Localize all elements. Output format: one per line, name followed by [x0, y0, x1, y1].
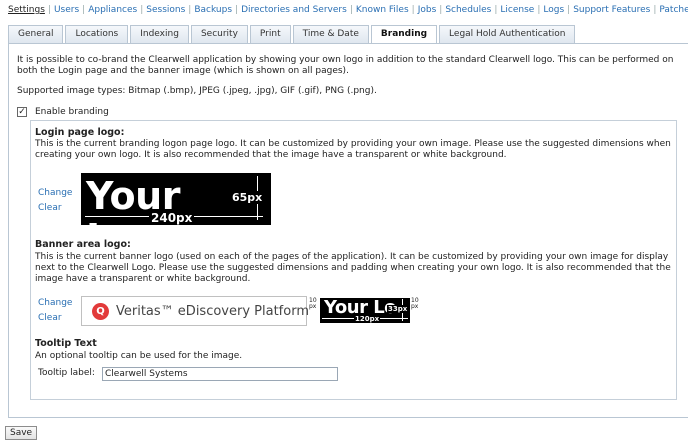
- veritas-logo-icon: Q: [92, 303, 109, 320]
- save-button[interactable]: Save: [5, 426, 38, 440]
- banner-logo-change-link[interactable]: Change: [38, 298, 72, 308]
- veritas-logo-text: Veritas™ eDiscovery Platform: [116, 304, 309, 319]
- enable-branding-row: ✓ Enable branding: [17, 107, 109, 117]
- tooltip-label: Tooltip label:: [38, 368, 95, 378]
- banner-logo-height-label: 33px: [387, 305, 409, 313]
- nav-directories-and-servers[interactable]: Directories and Servers: [241, 5, 347, 15]
- tab-general[interactable]: General: [8, 25, 64, 43]
- login-logo-height-label: 65px: [231, 191, 264, 204]
- supported-types-text: Supported image types: Bitmap (.bmp), JP…: [17, 86, 377, 96]
- tab-legal-hold-authentication[interactable]: Legal Hold Authentication: [439, 25, 576, 43]
- banner-pad-left-label: 10 px: [309, 297, 317, 310]
- nav-license[interactable]: License: [500, 5, 534, 15]
- nav-separator: |: [411, 5, 415, 15]
- nav-separator: |: [47, 5, 51, 15]
- tooltip-label-input[interactable]: Clearwell Systems: [102, 367, 338, 381]
- nav-separator: |: [567, 5, 571, 15]
- nav-sessions[interactable]: Sessions: [146, 5, 185, 15]
- banner-logo-width-label: 120px: [354, 315, 381, 323]
- tooltip-heading: Tooltip Text: [35, 338, 97, 349]
- tab-print[interactable]: Print: [249, 25, 291, 43]
- banner-logo-clear-link[interactable]: Clear: [38, 313, 62, 323]
- banner-pad-right-label: 10 px: [411, 297, 419, 310]
- login-logo-width-label: 240px: [149, 211, 195, 225]
- tab-indexing[interactable]: Indexing: [130, 25, 189, 43]
- veritas-banner-logo: Q Veritas™ eDiscovery Platform: [81, 296, 309, 326]
- nav-known-files[interactable]: Known Files: [356, 5, 409, 15]
- login-logo-heading: Login page logo:: [35, 127, 125, 138]
- nav-separator: |: [349, 5, 353, 15]
- nav-backups[interactable]: Backups: [194, 5, 232, 15]
- nav-logs[interactable]: Logs: [543, 5, 564, 15]
- banner-logo-heading: Banner area logo:: [35, 239, 131, 250]
- top-navigation: Settings | Users | Appliances | Sessions | Backu…: [8, 5, 688, 15]
- nav-separator: |: [439, 5, 443, 15]
- tab-time-date[interactable]: Time & Date: [292, 25, 369, 43]
- login-logo-image: Your Logo 240px 65px: [81, 173, 271, 225]
- login-logo-change-link[interactable]: Change: [38, 188, 72, 198]
- nav-jobs[interactable]: Jobs: [418, 5, 437, 15]
- tab-locations[interactable]: Locations: [65, 25, 129, 43]
- nav-separator: |: [140, 5, 144, 15]
- enable-branding-checkbox[interactable]: ✓: [17, 107, 27, 117]
- nav-patches[interactable]: Patches: [659, 5, 688, 15]
- settings-tabs: General Locations Indexing Security Prin…: [8, 25, 577, 44]
- tab-branding[interactable]: Branding: [370, 25, 438, 44]
- banner-logo-description: This is the current banner logo (used on…: [35, 252, 671, 284]
- nav-schedules[interactable]: Schedules: [445, 5, 491, 15]
- nav-appliances[interactable]: Appliances: [88, 5, 137, 15]
- enable-branding-label: Enable branding: [35, 107, 109, 117]
- login-logo-description: This is the current branding logon page …: [35, 139, 671, 160]
- banner-logo-image: Your Lo 120px 33px: [320, 298, 410, 323]
- login-logo-clear-link[interactable]: Clear: [38, 203, 62, 213]
- nav-separator: |: [235, 5, 239, 15]
- nav-separator: |: [82, 5, 86, 15]
- nav-settings[interactable]: Settings: [8, 5, 45, 15]
- tab-security[interactable]: Security: [190, 25, 248, 43]
- tooltip-description: An optional tooltip can be used for the …: [35, 351, 243, 361]
- nav-users[interactable]: Users: [54, 5, 79, 15]
- nav-separator: |: [188, 5, 192, 15]
- nav-support-features[interactable]: Support Features: [573, 5, 650, 15]
- intro-text: It is possible to co-brand the Clearwell…: [17, 55, 674, 76]
